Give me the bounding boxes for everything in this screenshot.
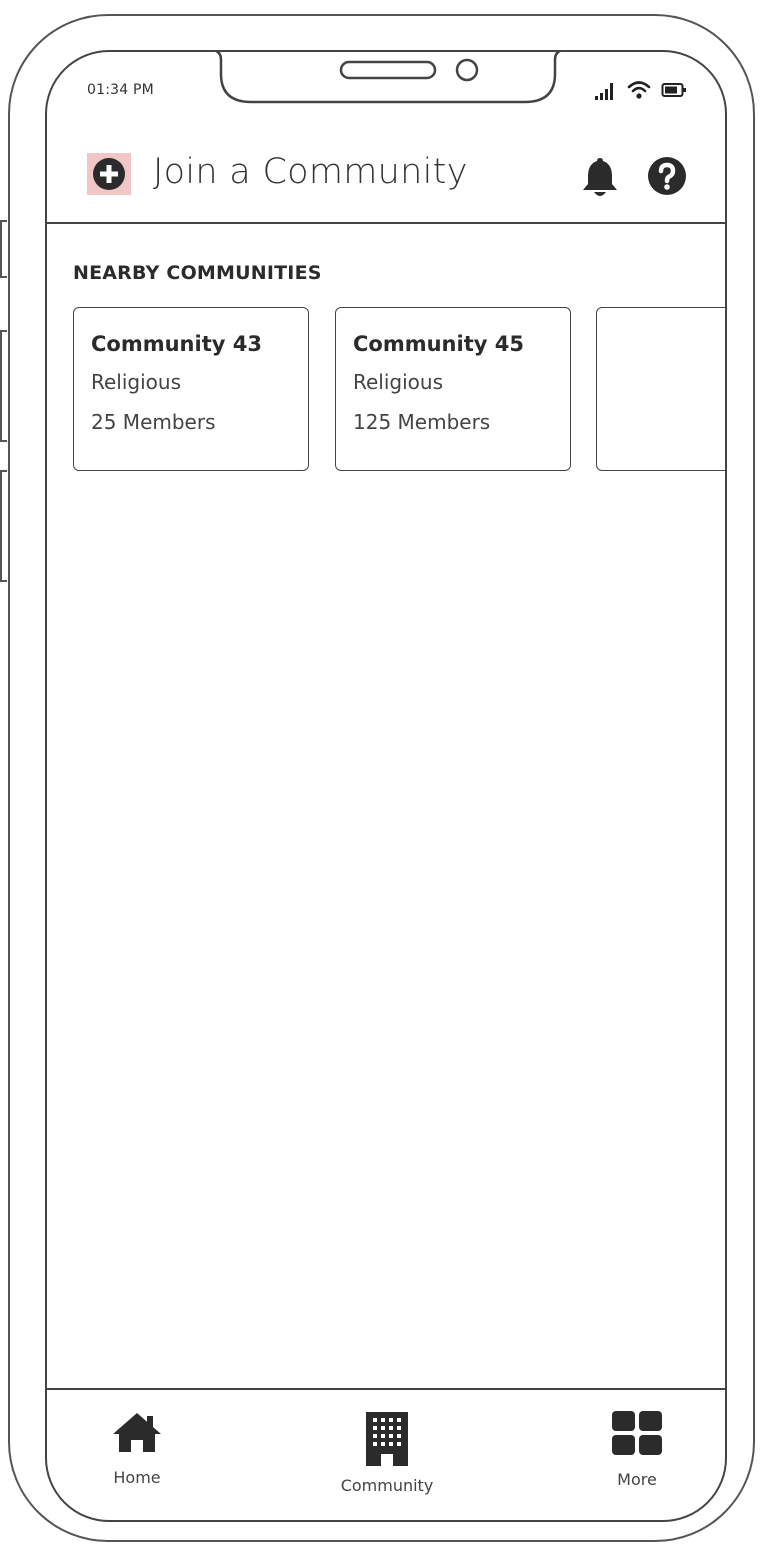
section-title-nearby: NEARBY COMMUNITIES — [73, 262, 322, 284]
phone-side-button — [0, 220, 7, 278]
bottom-navigation: Home Community More — [47, 1388, 725, 1528]
page-title: Join a Community — [153, 152, 468, 192]
community-card[interactable]: Community 45 Religious 125 Members — [335, 307, 571, 471]
help-button[interactable] — [647, 156, 687, 200]
wifi-icon — [627, 81, 651, 99]
nav-item-community[interactable]: Community — [327, 1410, 447, 1495]
community-type: Religious — [353, 370, 443, 394]
notifications-button[interactable] — [579, 154, 621, 202]
nearby-communities-carousel: Community 43 Religious 25 Members Commun… — [73, 307, 725, 473]
status-time: 01:34 PM — [87, 82, 154, 98]
community-name: Community 45 — [353, 332, 524, 356]
community-members: 25 Members — [91, 410, 216, 434]
bell-icon — [583, 158, 617, 196]
plus-circle-icon — [93, 158, 125, 190]
nav-label: Community — [340, 1476, 434, 1495]
app-header: Join a Community — [47, 142, 725, 224]
add-community-button[interactable] — [87, 153, 131, 195]
nav-item-home[interactable]: Home — [99, 1410, 175, 1487]
nav-label: Home — [113, 1468, 161, 1487]
nav-label: More — [617, 1470, 657, 1489]
signal-icon — [595, 83, 613, 100]
community-card[interactable] — [596, 307, 725, 471]
phone-side-button — [0, 330, 7, 442]
nav-item-more[interactable]: More — [597, 1410, 677, 1489]
community-type: Religious — [91, 370, 181, 394]
building-icon — [366, 1412, 408, 1466]
community-name: Community 43 — [91, 332, 262, 356]
status-icons — [595, 80, 687, 100]
home-icon — [113, 1413, 161, 1452]
phone-side-button — [0, 470, 7, 582]
grid-icon — [612, 1411, 662, 1455]
question-circle-icon — [648, 157, 686, 195]
community-card[interactable]: Community 43 Religious 25 Members — [73, 307, 309, 471]
battery-icon — [661, 83, 686, 97]
community-members: 125 Members — [353, 410, 491, 434]
phone-notch — [207, 52, 569, 106]
